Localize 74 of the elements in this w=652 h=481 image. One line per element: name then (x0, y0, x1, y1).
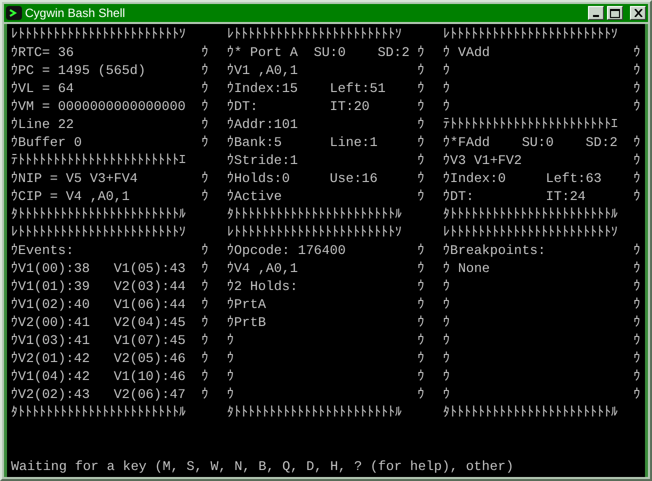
terminal-icon (6, 6, 22, 20)
terminal-line: ｳV1(03):41 V1(07):45 ｳ (11, 332, 210, 350)
terminal-line: ｳV1(04):42 V1(10):46 ｳ (11, 368, 210, 386)
terminal-line: ｳDT: IT:24 ｳ (443, 188, 642, 206)
terminal-line: ｳHolds:0 Use:16 ｳ (227, 170, 426, 188)
terminal-line: ｳ ｳ (443, 350, 642, 368)
terminal-line: ｳ ｳ (443, 98, 642, 116)
terminal-line: ﾚﾄﾄﾄﾄﾄﾄﾄﾄﾄﾄﾄﾄﾄﾄﾄﾄﾄﾄﾄﾄﾄﾄﾄｿ (11, 224, 187, 242)
terminal-line: ｳ ｳ (227, 350, 426, 368)
terminal-line: ｳ ｳ (227, 368, 426, 386)
terminal-line: ｳRTC= 36 ｳ (11, 44, 210, 62)
terminal-line: ｳPrtA ｳ (227, 296, 426, 314)
terminal-line: ｳCIP = V4 ,A0,1 ｳ (11, 188, 210, 206)
terminal-line: ｳStride:1 ｳ (227, 152, 426, 170)
terminal-line: ｳ VAdd ｳ (443, 44, 642, 62)
terminal-line: ｳ ｳ (443, 332, 642, 350)
maximize-button[interactable] (607, 6, 623, 20)
terminal-line: ｳV2(00):41 V2(04):45 ｳ (11, 314, 210, 332)
window-title: Cygwin Bash Shell (25, 6, 126, 20)
terminal-line: ｳ ｳ (443, 368, 642, 386)
terminal-line: ｳV1 ,A0,1 ｳ (227, 62, 426, 80)
terminal-line: ｳV2(01):42 V2(05):46 ｳ (11, 350, 210, 368)
terminal-line: ｳEvents: ｳ (11, 242, 210, 260)
terminal-line: ｳ ｳ (443, 386, 642, 404)
terminal-line: ﾃﾄﾄﾄﾄﾄﾄﾄﾄﾄﾄﾄﾄﾄﾄﾄﾄﾄﾄﾄﾄﾄﾄﾄｴ (443, 116, 619, 134)
terminal-line: ﾀﾄﾄﾄﾄﾄﾄﾄﾄﾄﾄﾄﾄﾄﾄﾄﾄﾄﾄﾄﾄﾄﾄﾄﾙ (11, 404, 187, 422)
terminal-line: ｳAddr:101 ｳ (227, 116, 426, 134)
terminal-line: ﾀﾄﾄﾄﾄﾄﾄﾄﾄﾄﾄﾄﾄﾄﾄﾄﾄﾄﾄﾄﾄﾄﾄﾄﾙ (11, 206, 187, 224)
maximize-icon (610, 8, 620, 18)
terminal-line: ｳV4 ,A0,1 ｳ (227, 260, 426, 278)
terminal-line: ﾃﾄﾄﾄﾄﾄﾄﾄﾄﾄﾄﾄﾄﾄﾄﾄﾄﾄﾄﾄﾄﾄﾄﾄｴ (11, 152, 187, 170)
terminal-line: ｳ* Port A SU:0 SD:2 ｳ (227, 44, 426, 62)
terminal-line: ｳDT: IT:20 ｳ (227, 98, 426, 116)
terminal-line: ｳVL = 64 ｳ (11, 80, 210, 98)
terminal-line: ｳVM = 0000000000000000 ｳ (11, 98, 210, 116)
minimize-button[interactable] (588, 6, 604, 20)
terminal-line: ｳV1(02):40 V1(06):44 ｳ (11, 296, 210, 314)
terminal-line: ｳ ｳ (443, 314, 642, 332)
terminal-line: ﾀﾄﾄﾄﾄﾄﾄﾄﾄﾄﾄﾄﾄﾄﾄﾄﾄﾄﾄﾄﾄﾄﾄﾄﾙ (443, 404, 619, 422)
terminal-line: ｳBuffer 0 ｳ (11, 134, 210, 152)
terminal-line: ｳ*FAdd SU:0 SD:2 ｳ (443, 134, 642, 152)
terminal-line: ｳV1(00):38 V1(05):43 ｳ (11, 260, 210, 278)
terminal-line: ｳ ｳ (443, 296, 642, 314)
terminal-line: ｳOpcode: 176400 ｳ (227, 242, 426, 260)
terminal-line: ｳBank:5 Line:1 ｳ (227, 134, 426, 152)
terminal-line: ｳNIP = V5 V3+FV4 ｳ (11, 170, 210, 188)
terminal-line: ｳBreakpoints: ｳ (443, 242, 642, 260)
terminal-line: ﾚﾄﾄﾄﾄﾄﾄﾄﾄﾄﾄﾄﾄﾄﾄﾄﾄﾄﾄﾄﾄﾄﾄﾄｿ (227, 224, 403, 242)
terminal-line: ﾀﾄﾄﾄﾄﾄﾄﾄﾄﾄﾄﾄﾄﾄﾄﾄﾄﾄﾄﾄﾄﾄﾄﾄﾙ (227, 206, 403, 224)
terminal-line: ﾚﾄﾄﾄﾄﾄﾄﾄﾄﾄﾄﾄﾄﾄﾄﾄﾄﾄﾄﾄﾄﾄﾄﾄｿ (11, 26, 187, 44)
terminal-line: ﾀﾄﾄﾄﾄﾄﾄﾄﾄﾄﾄﾄﾄﾄﾄﾄﾄﾄﾄﾄﾄﾄﾄﾄﾙ (443, 206, 619, 224)
terminal-line: ｳIndex:15 Left:51 ｳ (227, 80, 426, 98)
terminal-line: ｳPC = 1495 (565d) ｳ (11, 62, 210, 80)
terminal-line: ｳPrtB ｳ (227, 314, 426, 332)
terminal-line: ｳ2 Holds: ｳ (227, 278, 426, 296)
close-button[interactable] (630, 6, 646, 20)
terminal-line: ﾚﾄﾄﾄﾄﾄﾄﾄﾄﾄﾄﾄﾄﾄﾄﾄﾄﾄﾄﾄﾄﾄﾄﾄｿ (443, 26, 619, 44)
terminal-line: ｳ ｳ (443, 80, 642, 98)
terminal-line: ｳ ｳ (227, 332, 426, 350)
terminal-line: ｳV2(02):43 V2(06):47 ｳ (11, 386, 210, 404)
terminal-line: ﾀﾄﾄﾄﾄﾄﾄﾄﾄﾄﾄﾄﾄﾄﾄﾄﾄﾄﾄﾄﾄﾄﾄﾄﾙ (227, 404, 403, 422)
terminal-line: ｳV1(01):39 V2(03):44 ｳ (11, 278, 210, 296)
terminal-line: ｳ ｳ (443, 62, 642, 80)
close-icon (634, 9, 642, 17)
terminal-line: ｳLine 22 ｳ (11, 116, 210, 134)
terminal-line: ﾚﾄﾄﾄﾄﾄﾄﾄﾄﾄﾄﾄﾄﾄﾄﾄﾄﾄﾄﾄﾄﾄﾄﾄｿ (443, 224, 619, 242)
terminal-line: ｳ None ｳ (443, 260, 642, 278)
prompt-text: Waiting for a key (M, S, W, N, B, Q, D, H, ? (for help), other) (11, 458, 515, 476)
terminal-line: ｳ ｳ (443, 278, 642, 296)
terminal-line: ｳV3 V1+FV2 ｳ (443, 152, 642, 170)
terminal-line: ﾚﾄﾄﾄﾄﾄﾄﾄﾄﾄﾄﾄﾄﾄﾄﾄﾄﾄﾄﾄﾄﾄﾄﾄｿ (227, 26, 403, 44)
terminal-line: ｳ ｳ (227, 386, 426, 404)
terminal-line: ｳActive ｳ (227, 188, 426, 206)
terminal-line: ｳIndex:0 Left:63 ｳ (443, 170, 642, 188)
